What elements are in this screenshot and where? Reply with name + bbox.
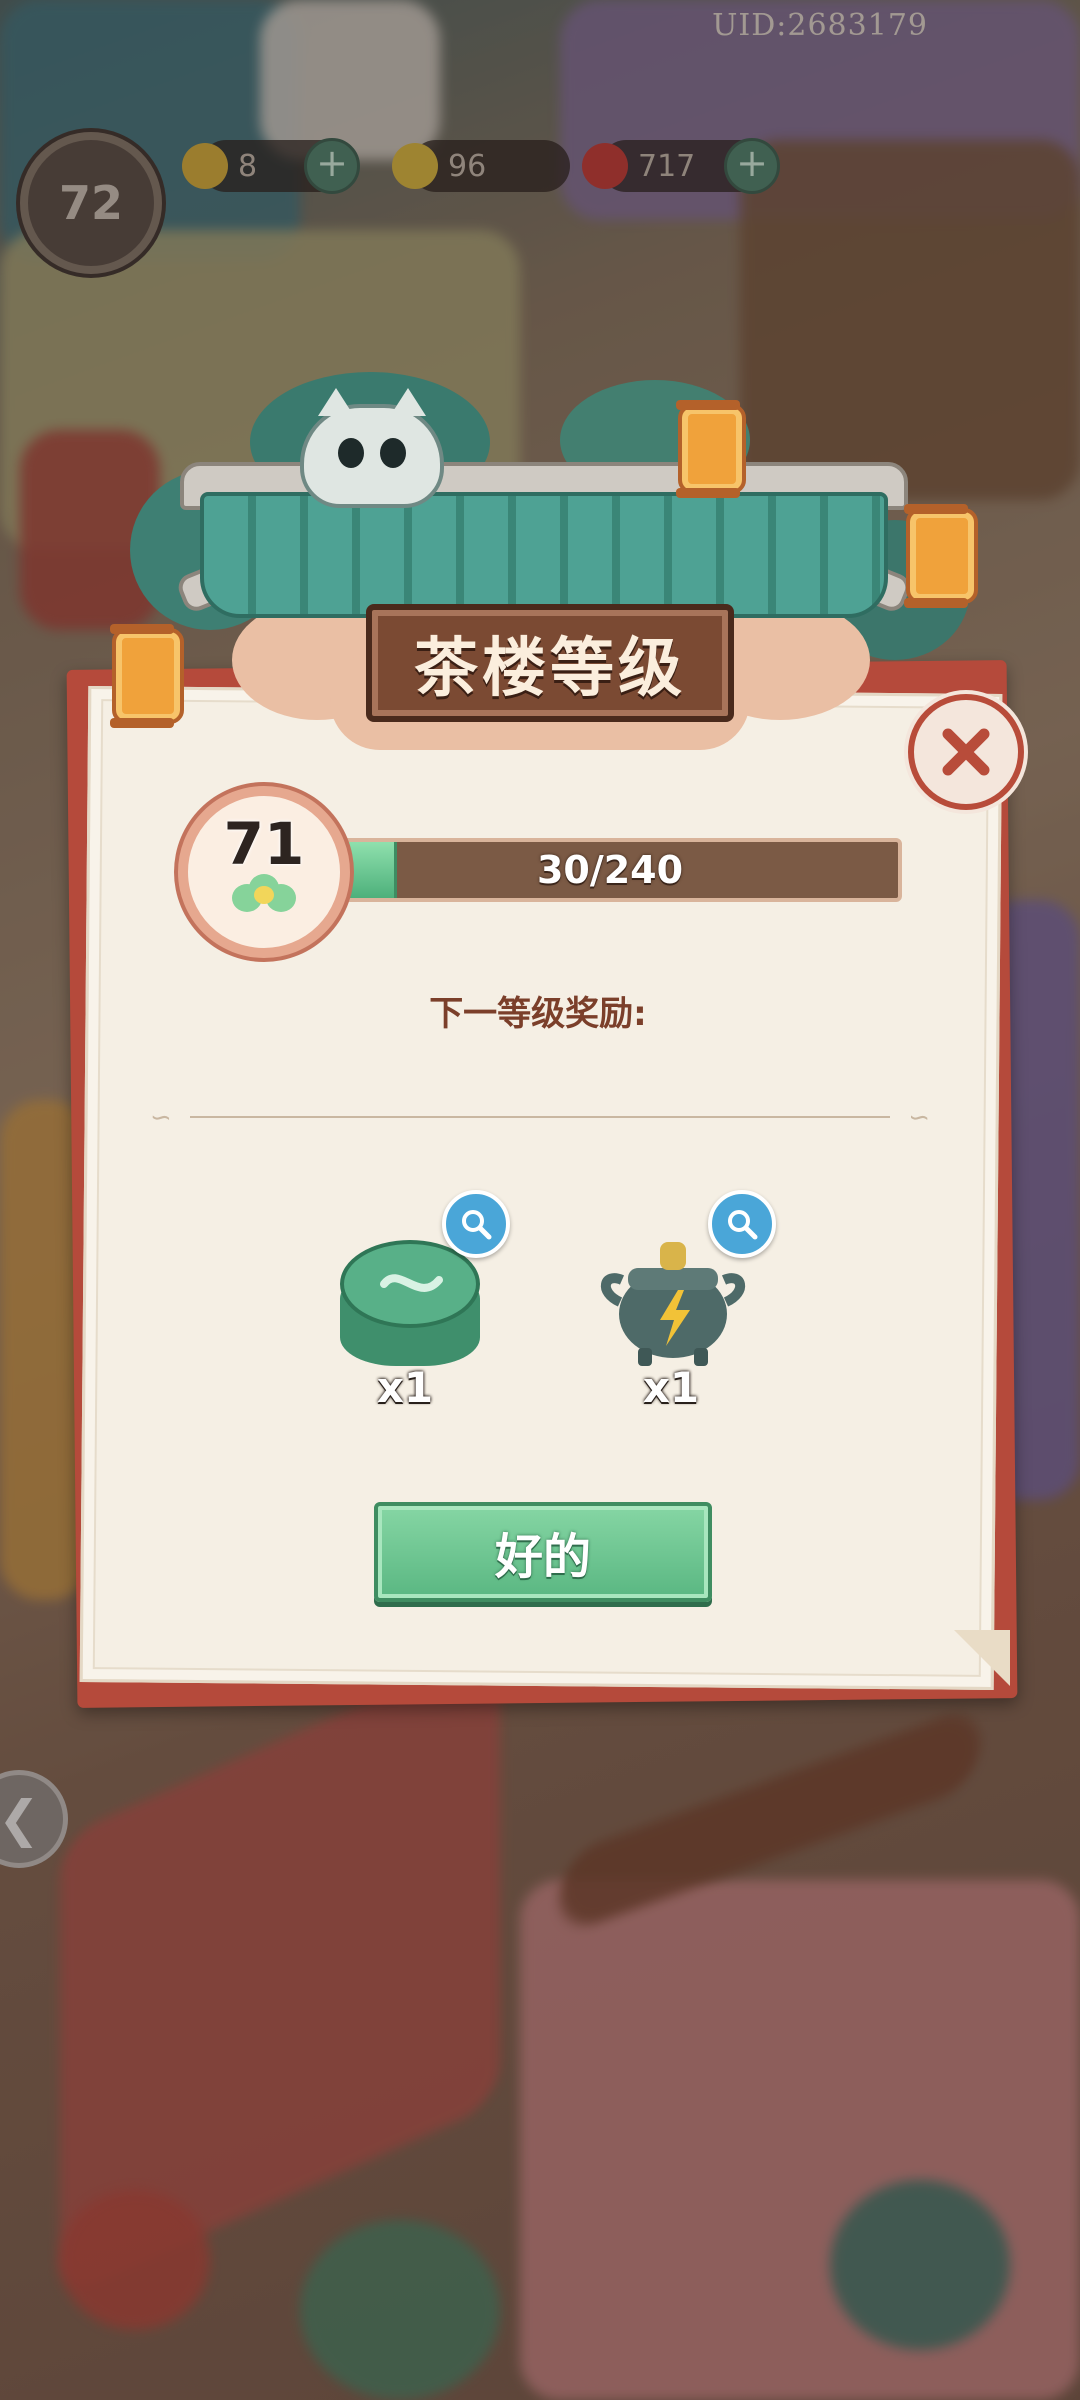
dialog-title: 茶楼等级 [414,631,686,706]
close-icon [942,728,990,776]
reward-item[interactable]: x1 [320,1190,510,1412]
divider-curl: ∽ [150,1103,172,1133]
paper-corner-fold [954,1630,1010,1686]
cat-ear [390,388,426,416]
tea-house-level-value: 71 [223,810,305,878]
magnifier-icon [728,1210,758,1240]
close-button[interactable] [908,694,1024,810]
inspect-reward-button[interactable] [442,1190,510,1258]
next-level-reward-heading: 下一等级奖励: [429,994,647,1034]
ornamental-divider: ∽ ∽ [150,1103,930,1133]
ok-button-label: 好的 [494,1529,591,1585]
level-progress-text: 30/240 [536,848,684,892]
reward-count: x1 [642,1363,700,1412]
green-tin-box-icon [340,1240,480,1366]
reward-count: x1 [376,1363,434,1412]
cat-ear [318,388,354,416]
divider-curl: ∽ [908,1103,930,1133]
ok-button[interactable]: 好的 [374,1502,712,1602]
roof-tiles [200,492,888,618]
lantern-icon [904,504,978,608]
reward-item[interactable]: x1 [586,1190,776,1412]
lantern-icon [110,624,184,728]
inspect-reward-button[interactable] [708,1190,776,1258]
cat-mascot-icon [300,388,444,508]
tea-house-level-badge: 71 [178,786,350,958]
cat-eye [380,438,406,468]
magnifier-icon [462,1210,492,1240]
flower-icon [232,874,296,914]
cat-eye [338,438,364,468]
level-progress-bar: 30/240 [318,838,902,902]
dialog-title-plate: 茶楼等级 [366,604,734,722]
lantern-icon [676,400,746,498]
tin-pattern [380,1274,443,1292]
divider-line [190,1116,890,1118]
